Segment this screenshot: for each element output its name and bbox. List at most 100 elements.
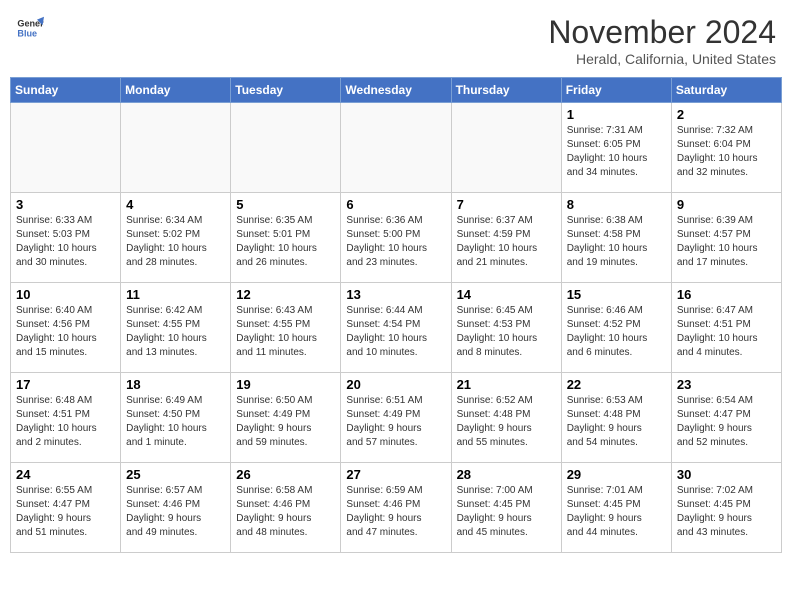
calendar-day-cell: [231, 103, 341, 193]
day-info: Sunrise: 6:47 AM Sunset: 4:51 PM Dayligh…: [677, 304, 776, 360]
day-info: Sunrise: 6:34 AM Sunset: 5:02 PM Dayligh…: [126, 214, 225, 270]
day-number: 5: [236, 197, 335, 212]
day-number: 24: [16, 467, 115, 482]
calendar-day-cell: 5Sunrise: 6:35 AM Sunset: 5:01 PM Daylig…: [231, 193, 341, 283]
calendar-day-cell: [451, 103, 561, 193]
calendar-day-cell: 22Sunrise: 6:53 AM Sunset: 4:48 PM Dayli…: [561, 373, 671, 463]
day-info: Sunrise: 6:42 AM Sunset: 4:55 PM Dayligh…: [126, 304, 225, 360]
day-number: 30: [677, 467, 776, 482]
calendar-body: 1Sunrise: 7:31 AM Sunset: 6:05 PM Daylig…: [11, 103, 782, 553]
day-info: Sunrise: 6:46 AM Sunset: 4:52 PM Dayligh…: [567, 304, 666, 360]
day-number: 11: [126, 287, 225, 302]
day-info: Sunrise: 6:43 AM Sunset: 4:55 PM Dayligh…: [236, 304, 335, 360]
calendar-day-cell: 23 Sunrise: 6:54 AM Sunset: 4:47 PM Dayli…: [671, 373, 781, 463]
weekday-header: Wednesday: [341, 78, 451, 103]
calendar-day-cell: 28Sunrise: 7:00 AM Sunset: 4:45 PM Dayli…: [451, 463, 561, 553]
weekday-header: Sunday: [11, 78, 121, 103]
day-info: Sunrise: 6:48 AM Sunset: 4:51 PM Dayligh…: [16, 394, 115, 450]
weekday-header: Thursday: [451, 78, 561, 103]
day-number: 12: [236, 287, 335, 302]
day-info: Sunrise: 6:40 AM Sunset: 4:56 PM Dayligh…: [16, 304, 115, 360]
day-number: 7: [457, 197, 556, 212]
day-info: Sunrise: 7:01 AM Sunset: 4:45 PM Dayligh…: [567, 484, 666, 540]
day-info: Sunrise: 6:57 AM Sunset: 4:46 PM Dayligh…: [126, 484, 225, 540]
day-info: Sunrise: 6:54 AM Sunset: 4:47 PM Dayligh…: [677, 394, 776, 450]
day-number: 8: [567, 197, 666, 212]
day-info: Sunrise: 6:45 AM Sunset: 4:53 PM Dayligh…: [457, 304, 556, 360]
day-info: Sunrise: 6:51 AM Sunset: 4:49 PM Dayligh…: [346, 394, 445, 450]
title-area: November 2024 Herald, California, United…: [548, 14, 776, 67]
day-info: Sunrise: 6:33 AM Sunset: 5:03 PM Dayligh…: [16, 214, 115, 270]
day-number: 27: [346, 467, 445, 482]
calendar-day-cell: 12 Sunrise: 6:43 AM Sunset: 4:55 PM Dayli…: [231, 283, 341, 373]
calendar-day-cell: 30 Sunrise: 7:02 AM Sunset: 4:45 PM Dayli…: [671, 463, 781, 553]
day-info: Sunrise: 6:52 AM Sunset: 4:48 PM Dayligh…: [457, 394, 556, 450]
month-title: November 2024: [548, 14, 776, 51]
day-info: Sunrise: 6:50 AM Sunset: 4:49 PM Dayligh…: [236, 394, 335, 450]
calendar-week-row: 17Sunrise: 6:48 AM Sunset: 4:51 PM Dayli…: [11, 373, 782, 463]
day-number: 10: [16, 287, 115, 302]
calendar-day-cell: 8 Sunrise: 6:38 AM Sunset: 4:58 PM Daylig…: [561, 193, 671, 283]
day-info: Sunrise: 6:58 AM Sunset: 4:46 PM Dayligh…: [236, 484, 335, 540]
weekday-header: Saturday: [671, 78, 781, 103]
calendar-week-row: 1Sunrise: 7:31 AM Sunset: 6:05 PM Daylig…: [11, 103, 782, 193]
day-info: Sunrise: 6:44 AM Sunset: 4:54 PM Dayligh…: [346, 304, 445, 360]
calendar-week-row: 10 Sunrise: 6:40 AM Sunset: 4:56 PM Dayli…: [11, 283, 782, 373]
calendar-day-cell: [121, 103, 231, 193]
calendar-day-cell: 21Sunrise: 6:52 AM Sunset: 4:48 PM Dayli…: [451, 373, 561, 463]
day-number: 13: [346, 287, 445, 302]
calendar-header: SundayMondayTuesdayWednesdayThursdayFrid…: [11, 78, 782, 103]
calendar-day-cell: 15 Sunrise: 6:46 AM Sunset: 4:52 PM Dayli…: [561, 283, 671, 373]
day-info: Sunrise: 7:00 AM Sunset: 4:45 PM Dayligh…: [457, 484, 556, 540]
day-number: 29: [567, 467, 666, 482]
day-number: 23: [677, 377, 776, 392]
day-number: 16: [677, 287, 776, 302]
day-number: 19: [236, 377, 335, 392]
day-number: 18: [126, 377, 225, 392]
page-header: General Blue November 2024 Herald, Calif…: [10, 10, 782, 71]
logo: General Blue: [16, 14, 44, 42]
day-info: Sunrise: 6:53 AM Sunset: 4:48 PM Dayligh…: [567, 394, 666, 450]
calendar-table: SundayMondayTuesdayWednesdayThursdayFrid…: [10, 77, 782, 553]
day-info: Sunrise: 6:55 AM Sunset: 4:47 PM Dayligh…: [16, 484, 115, 540]
day-number: 15: [567, 287, 666, 302]
calendar-day-cell: 6 Sunrise: 6:36 AM Sunset: 5:00 PM Daylig…: [341, 193, 451, 283]
calendar-day-cell: 19 Sunrise: 6:50 AM Sunset: 4:49 PM Dayli…: [231, 373, 341, 463]
calendar-day-cell: 13 Sunrise: 6:44 AM Sunset: 4:54 PM Dayli…: [341, 283, 451, 373]
calendar-week-row: 3Sunrise: 6:33 AM Sunset: 5:03 PM Daylig…: [11, 193, 782, 283]
day-info: Sunrise: 6:59 AM Sunset: 4:46 PM Dayligh…: [346, 484, 445, 540]
calendar-day-cell: 16 Sunrise: 6:47 AM Sunset: 4:51 PM Dayli…: [671, 283, 781, 373]
day-info: Sunrise: 6:36 AM Sunset: 5:00 PM Dayligh…: [346, 214, 445, 270]
weekday-header: Monday: [121, 78, 231, 103]
day-number: 2: [677, 107, 776, 122]
calendar-day-cell: 7 Sunrise: 6:37 AM Sunset: 4:59 PM Daylig…: [451, 193, 561, 283]
calendar-day-cell: 9Sunrise: 6:39 AM Sunset: 4:57 PM Daylig…: [671, 193, 781, 283]
calendar-day-cell: 11 Sunrise: 6:42 AM Sunset: 4:55 PM Dayli…: [121, 283, 231, 373]
calendar-day-cell: 25Sunrise: 6:57 AM Sunset: 4:46 PM Dayli…: [121, 463, 231, 553]
calendar-day-cell: 29 Sunrise: 7:01 AM Sunset: 4:45 PM Dayli…: [561, 463, 671, 553]
calendar-day-cell: 20Sunrise: 6:51 AM Sunset: 4:49 PM Dayli…: [341, 373, 451, 463]
day-info: Sunrise: 6:37 AM Sunset: 4:59 PM Dayligh…: [457, 214, 556, 270]
calendar-day-cell: 14Sunrise: 6:45 AM Sunset: 4:53 PM Dayli…: [451, 283, 561, 373]
day-info: Sunrise: 7:02 AM Sunset: 4:45 PM Dayligh…: [677, 484, 776, 540]
day-number: 6: [346, 197, 445, 212]
day-info: Sunrise: 7:31 AM Sunset: 6:05 PM Dayligh…: [567, 124, 666, 180]
svg-text:Blue: Blue: [17, 28, 37, 38]
calendar-day-cell: 2Sunrise: 7:32 AM Sunset: 6:04 PM Daylig…: [671, 103, 781, 193]
day-number: 4: [126, 197, 225, 212]
calendar-day-cell: 4 Sunrise: 6:34 AM Sunset: 5:02 PM Daylig…: [121, 193, 231, 283]
day-info: Sunrise: 6:49 AM Sunset: 4:50 PM Dayligh…: [126, 394, 225, 450]
calendar-day-cell: 24 Sunrise: 6:55 AM Sunset: 4:47 PM Dayli…: [11, 463, 121, 553]
weekday-header: Tuesday: [231, 78, 341, 103]
calendar-day-cell: 3Sunrise: 6:33 AM Sunset: 5:03 PM Daylig…: [11, 193, 121, 283]
calendar-day-cell: 27 Sunrise: 6:59 AM Sunset: 4:46 PM Dayli…: [341, 463, 451, 553]
day-number: 26: [236, 467, 335, 482]
calendar-day-cell: [11, 103, 121, 193]
day-info: Sunrise: 6:38 AM Sunset: 4:58 PM Dayligh…: [567, 214, 666, 270]
weekday-header: Friday: [561, 78, 671, 103]
calendar-day-cell: 18 Sunrise: 6:49 AM Sunset: 4:50 PM Dayli…: [121, 373, 231, 463]
calendar-day-cell: 10 Sunrise: 6:40 AM Sunset: 4:56 PM Dayli…: [11, 283, 121, 373]
calendar-day-cell: 17Sunrise: 6:48 AM Sunset: 4:51 PM Dayli…: [11, 373, 121, 463]
location-title: Herald, California, United States: [548, 51, 776, 67]
calendar-day-cell: 1Sunrise: 7:31 AM Sunset: 6:05 PM Daylig…: [561, 103, 671, 193]
